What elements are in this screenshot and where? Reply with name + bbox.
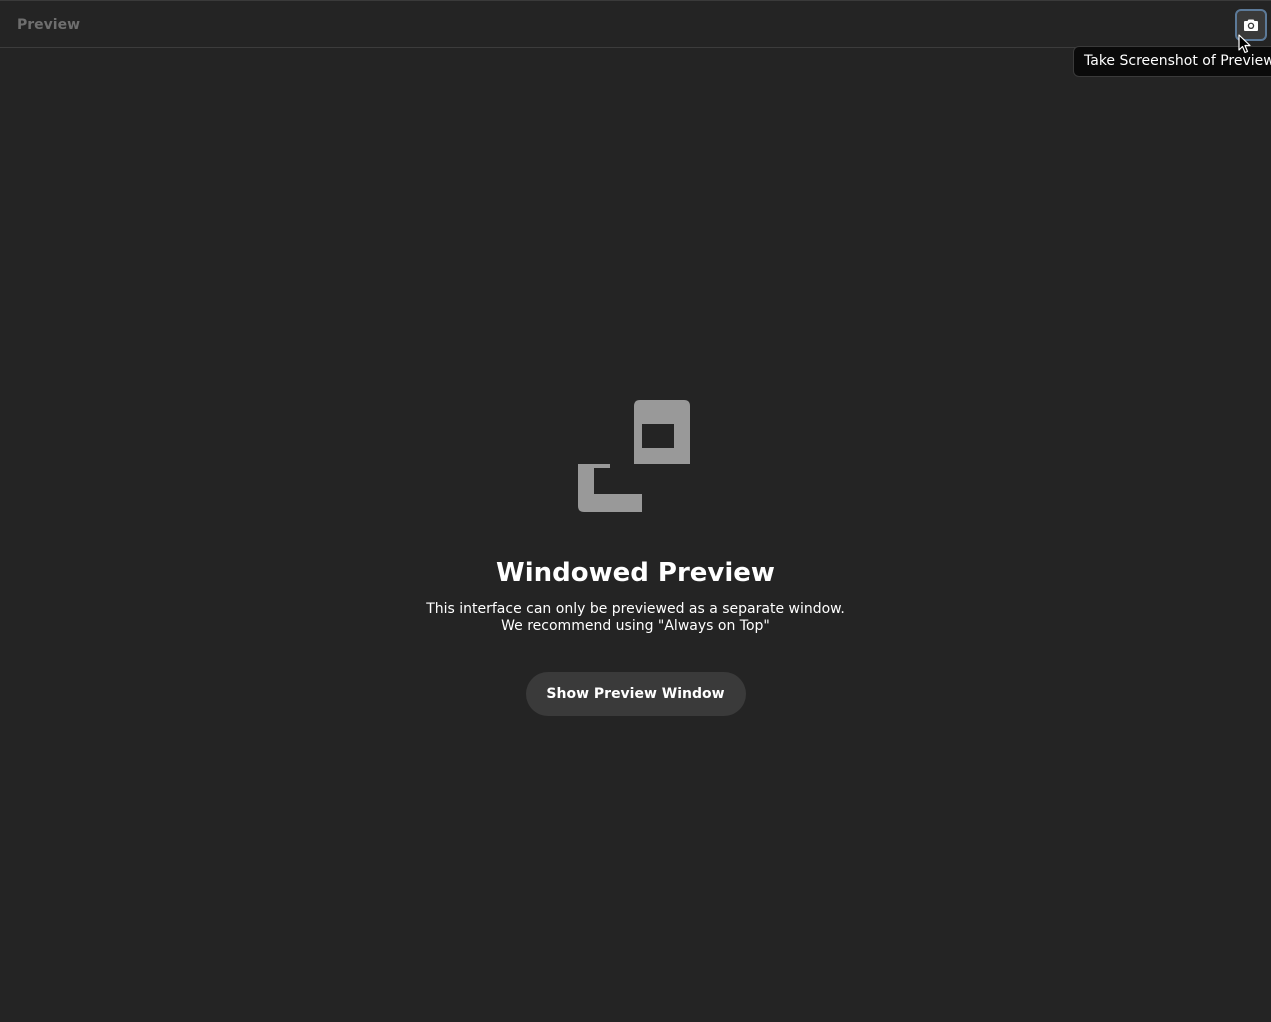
show-preview-window-button[interactable]: Show Preview Window bbox=[525, 672, 746, 716]
empty-state-title: Windowed Preview bbox=[496, 558, 775, 588]
description-line-2: We recommend using "Always on Top" bbox=[501, 618, 770, 634]
mouse-pointer-icon bbox=[1238, 34, 1251, 54]
empty-state: Windowed Preview This interface can only… bbox=[0, 400, 1271, 716]
preview-header: Preview bbox=[0, 1, 1271, 48]
camera-icon bbox=[1244, 19, 1258, 31]
windowed-preview-icon bbox=[578, 400, 690, 512]
header-title: Preview bbox=[17, 17, 81, 33]
empty-state-description: This interface can only be previewed as … bbox=[426, 601, 845, 635]
description-line-1: This interface can only be previewed as … bbox=[426, 601, 845, 617]
preview-panel: Preview Take Screenshot of Preview Windo… bbox=[0, 0, 1271, 1022]
